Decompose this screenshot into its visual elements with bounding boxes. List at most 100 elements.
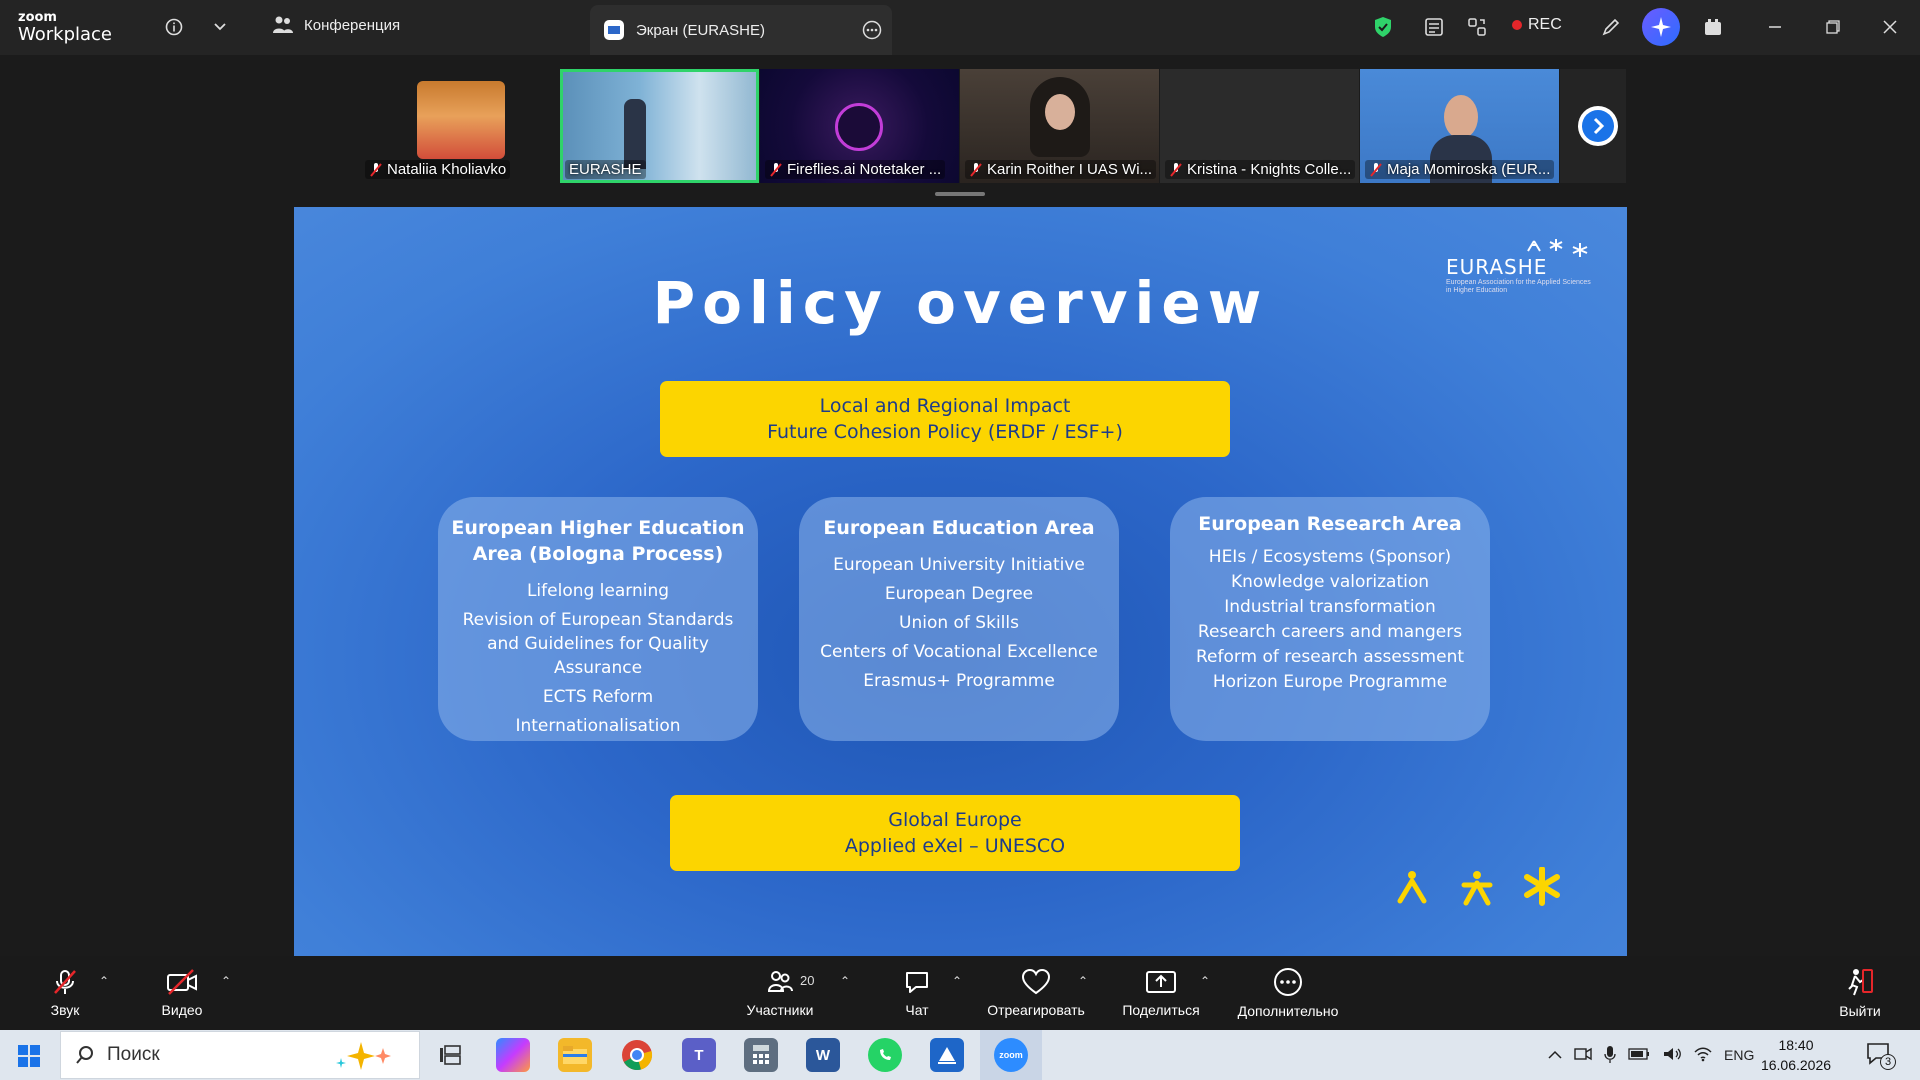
share-caret-icon[interactable]: ⌃: [1200, 974, 1210, 988]
chrome-icon[interactable]: [620, 1038, 654, 1072]
annotate-pen-icon[interactable]: [1598, 14, 1624, 40]
participant-name: Kristina - Knights Colle...: [1165, 160, 1356, 179]
taskbar-search[interactable]: Поиск: [60, 1031, 420, 1079]
share-screen-tab[interactable]: Экран (EURASHE): [590, 5, 892, 55]
eea-card: European Education Area European Univers…: [799, 497, 1119, 741]
speaker-figure: [624, 99, 646, 169]
next-page-button[interactable]: [1578, 106, 1618, 146]
mic-muted-icon: [54, 970, 76, 994]
zoom-app-icon[interactable]: zoom: [994, 1038, 1028, 1072]
local-regional-impact-box: Local and Regional Impact Future Cohesio…: [660, 381, 1230, 457]
recording-indicator[interactable]: REC: [1512, 16, 1562, 34]
more-options-icon[interactable]: [862, 20, 882, 44]
mic-muted-icon: [770, 162, 782, 177]
participants-button[interactable]: Участники: [740, 956, 820, 1030]
participant-tile-active[interactable]: EURASHE: [560, 69, 759, 183]
participant-tile[interactable]: Fireflies.ai Notetaker ...: [760, 69, 959, 183]
view-switch-icon[interactable]: [1464, 14, 1490, 40]
whatsapp-icon[interactable]: [868, 1038, 902, 1072]
teams-icon[interactable]: T: [682, 1038, 716, 1072]
strip-scroll-handle[interactable]: [935, 192, 985, 196]
eurashe-tab-icon: [604, 20, 624, 40]
restore-icon[interactable]: [1820, 14, 1846, 40]
microphone-tray-icon[interactable]: [1604, 1045, 1616, 1066]
minimize-icon[interactable]: [1762, 14, 1788, 40]
participant-name: EURASHE: [565, 160, 646, 179]
share-tab-label: Экран (EURASHE): [636, 21, 765, 39]
mic-muted-icon: [1170, 162, 1182, 177]
slide-title: Policy overview: [652, 269, 1269, 337]
rec-label: REC: [1528, 16, 1562, 33]
audio-button[interactable]: Звук: [40, 956, 90, 1030]
security-shield-icon[interactable]: [1370, 14, 1396, 40]
react-button[interactable]: Отреагировать: [984, 956, 1088, 1030]
notification-count: 3: [1880, 1054, 1896, 1070]
mic-muted-icon: [970, 162, 982, 177]
search-placeholder: Поиск: [107, 1044, 160, 1065]
participants-count: 20: [800, 973, 815, 988]
participant-face: [1045, 94, 1075, 130]
participant-name: Nataliia Kholiavko: [365, 160, 511, 179]
participant-name: Maja Momiroska (EUR...: [1365, 160, 1555, 179]
system-tray: ENG: [1548, 1038, 1754, 1072]
participants-caret-icon[interactable]: ⌃: [840, 974, 850, 988]
heart-icon: [1021, 968, 1051, 995]
calculator-icon[interactable]: [744, 1038, 778, 1072]
participant-face: [1444, 95, 1478, 139]
global-europe-box: Global Europe Applied eXel – UNESCO: [670, 795, 1240, 871]
copilot-app-icon[interactable]: [496, 1038, 530, 1072]
participant-name: Fireflies.ai Notetaker ...: [765, 160, 946, 179]
participant-tile[interactable]: Kristina - Knights Colle...: [1160, 69, 1359, 183]
record-dot-icon: [1512, 20, 1522, 30]
task-view-icon[interactable]: [433, 1038, 467, 1072]
chevron-down-icon[interactable]: [207, 14, 233, 40]
participant-tile[interactable]: Karin Roither I UAS Wi...: [960, 69, 1159, 183]
eurashe-logo: EURASHE European Association for the App…: [1446, 237, 1596, 295]
battery-icon[interactable]: [1628, 1047, 1650, 1063]
file-explorer-icon[interactable]: [558, 1038, 592, 1072]
start-windows-icon[interactable]: [18, 1045, 40, 1072]
ehea-card: European Higher Education Area (Bologna …: [438, 497, 758, 741]
participant-strip: Nataliia Kholiavko EURASHE Fireflies.ai …: [360, 69, 1626, 183]
participant-name: Karin Roither I UAS Wi...: [965, 160, 1157, 179]
notifications-button[interactable]: 3: [1866, 1042, 1896, 1073]
share-button[interactable]: Поделиться: [1118, 956, 1204, 1030]
clock[interactable]: 18:40 16.06.2026: [1758, 1035, 1834, 1075]
leave-icon: [1848, 969, 1873, 996]
more-button[interactable]: Дополнительно: [1232, 956, 1344, 1030]
shared-screen: Policy overview EURASHE European Associa…: [294, 207, 1627, 956]
leave-button[interactable]: Выйти: [1832, 956, 1888, 1030]
meeting-label: Конференция: [304, 16, 401, 34]
fireflies-logo: [835, 103, 883, 151]
participant-tile[interactable]: Nataliia Kholiavko: [360, 69, 559, 183]
chevron-up-icon[interactable]: [1548, 1047, 1562, 1063]
language-indicator[interactable]: ENG: [1724, 1047, 1754, 1063]
notes-icon[interactable]: [1421, 14, 1447, 40]
chat-button[interactable]: Чат: [897, 956, 937, 1030]
title-bar: zoom Workplace Конференция Экран (EURASH…: [0, 0, 1920, 55]
participants-icon: [767, 971, 793, 992]
close-icon[interactable]: [1877, 14, 1903, 40]
info-icon[interactable]: [161, 14, 187, 40]
ai-companion-button[interactable]: [1642, 8, 1680, 46]
search-sparkle-icon: [336, 1042, 391, 1070]
volume-icon[interactable]: [1662, 1046, 1682, 1065]
meeting-button[interactable]: Конференция: [272, 15, 400, 35]
chat-icon: [906, 972, 928, 993]
apps-icon[interactable]: [1700, 14, 1726, 40]
word-icon[interactable]: W: [806, 1038, 840, 1072]
react-caret-icon[interactable]: ⌃: [1078, 974, 1088, 988]
audio-options-caret-icon[interactable]: ⌃: [99, 974, 109, 988]
windows-taskbar: Поиск T W zoom ENG 18:40 16.06.2026 3: [0, 1030, 1920, 1080]
zoom-logo: zoom Workplace: [18, 10, 113, 45]
eurashe-yellow-stars-icon: [1397, 867, 1560, 906]
camera-tray-icon[interactable]: [1574, 1047, 1592, 1064]
mic-muted-icon: [370, 162, 382, 177]
era-card: European Research Area HEIs / Ecosystems…: [1170, 497, 1490, 741]
chat-caret-icon[interactable]: ⌃: [952, 974, 962, 988]
video-button[interactable]: Видео: [152, 956, 212, 1030]
video-options-caret-icon[interactable]: ⌃: [221, 974, 231, 988]
wifi-icon[interactable]: [1694, 1046, 1712, 1065]
participant-tile[interactable]: Maja Momiroska (EUR...: [1360, 69, 1559, 183]
document-app-icon[interactable]: [930, 1038, 964, 1072]
